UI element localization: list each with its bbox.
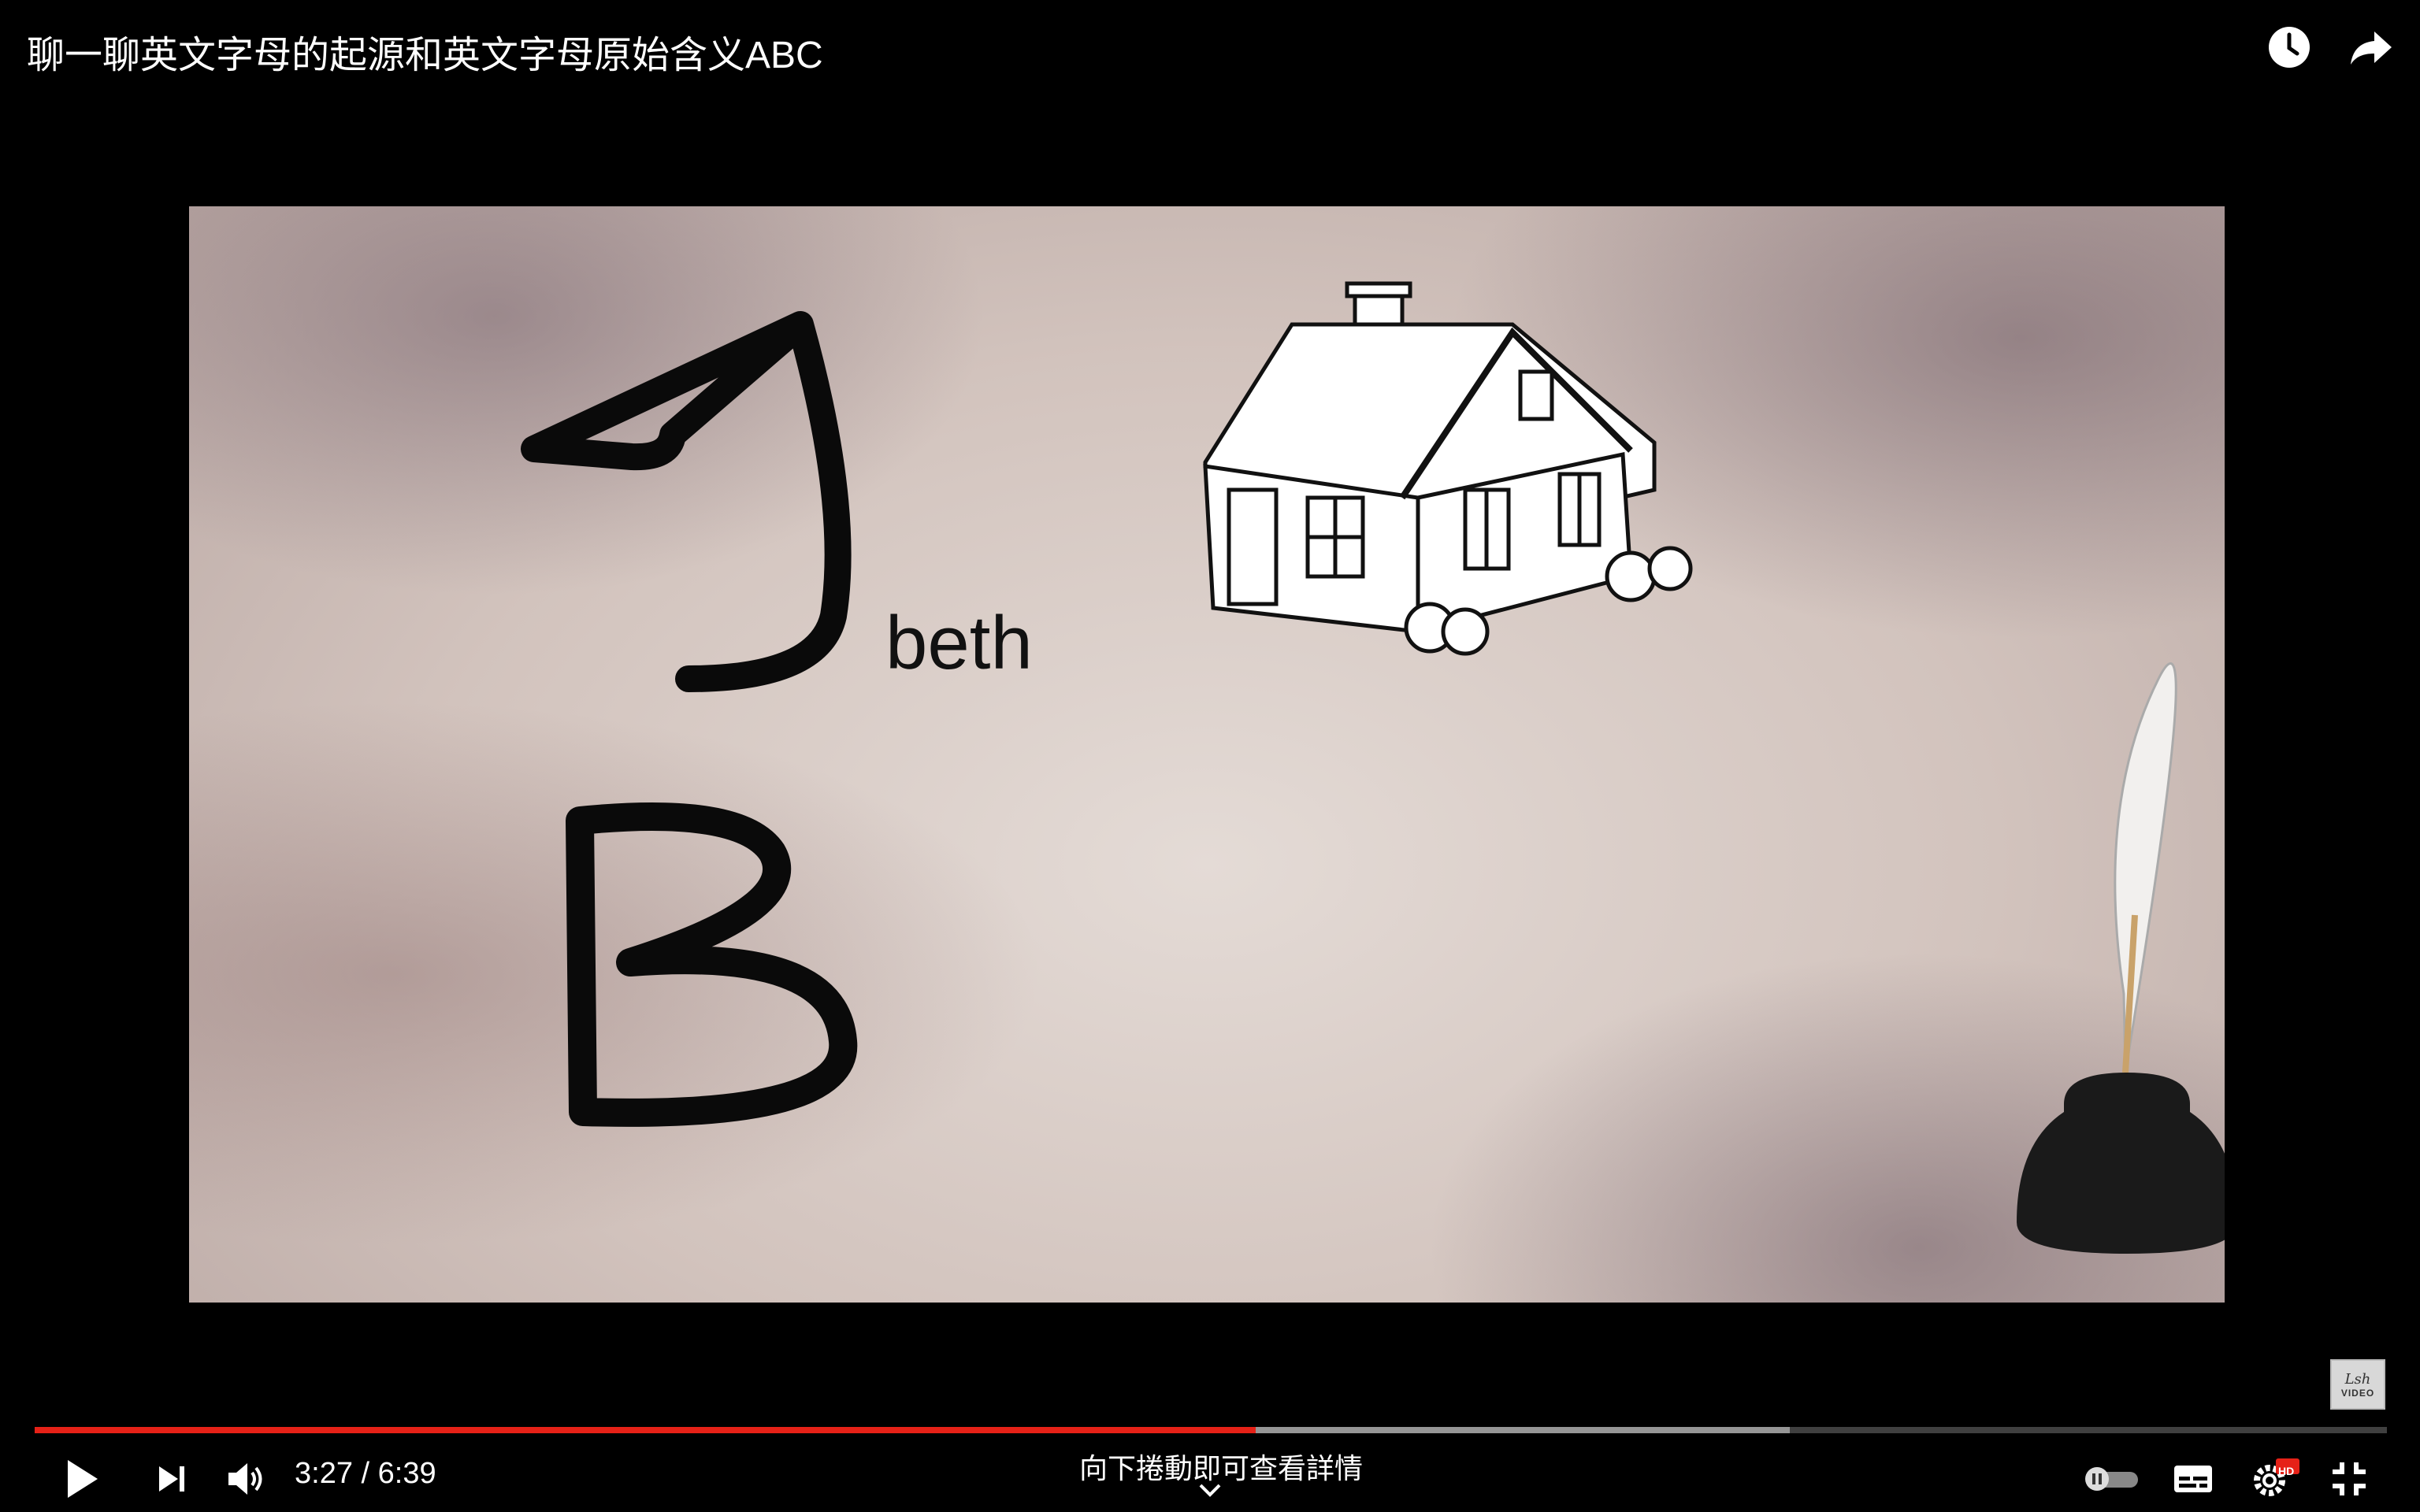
top-actions (2264, 22, 2396, 72)
phoenician-beth-glyph (521, 311, 852, 692)
next-button[interactable] (147, 1454, 197, 1504)
progress-bar[interactable] (35, 1427, 2387, 1433)
video-player[interactable]: 聊一聊英文字母的起源和英文字母原始含义ABC beth Lsh VIDEO 3:… (0, 0, 2420, 1512)
quill-inkwell-illustration (2017, 662, 2225, 1254)
control-bar: 3:27 / 6:39 向下捲動即可查看詳情 HD (0, 1441, 2420, 1512)
exit-fullscreen-icon (2333, 1462, 2366, 1495)
quality-badge: HD (2278, 1465, 2295, 1477)
subtitles-button[interactable] (2168, 1455, 2218, 1503)
settings-button[interactable]: HD (2247, 1452, 2303, 1503)
next-icon (159, 1466, 184, 1492)
overlay-word: beth (885, 601, 1033, 685)
logo-small-text: VIDEO (2340, 1387, 2375, 1399)
volume-button[interactable] (221, 1454, 271, 1504)
play-button[interactable] (57, 1454, 107, 1504)
watch-later-icon[interactable] (2264, 22, 2314, 72)
exit-fullscreen-button[interactable] (2324, 1454, 2374, 1504)
autoplay-toggle-icon (2085, 1467, 2138, 1491)
volume-icon (228, 1463, 262, 1495)
play-icon (68, 1460, 98, 1498)
subtitles-icon (2174, 1466, 2212, 1492)
latin-b-glyph (566, 802, 858, 1127)
chevron-down-icon[interactable] (1194, 1480, 1226, 1503)
logo-script-text: Lsh (2344, 1370, 2371, 1388)
channel-logo: Lsh VIDEO (2330, 1359, 2385, 1410)
house-illustration (1203, 281, 1693, 656)
settings-icon (2254, 1458, 2299, 1496)
share-icon[interactable] (2346, 22, 2396, 72)
video-title[interactable]: 聊一聊英文字母的起源和英文字母原始含义ABC (27, 24, 823, 79)
progress-played (35, 1427, 1256, 1433)
video-frame[interactable]: beth (189, 206, 2225, 1303)
time-display: 3:27 / 6:39 (295, 1457, 436, 1490)
autoplay-toggle[interactable] (2080, 1455, 2143, 1503)
